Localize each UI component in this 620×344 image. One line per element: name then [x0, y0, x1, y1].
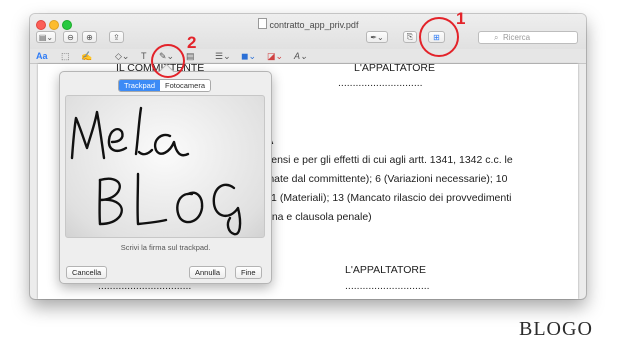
sidebar-button[interactable]: ▤⌄ [36, 31, 56, 43]
annotation-circle-2 [151, 44, 185, 78]
zoom-in-button[interactable]: ⊕ [82, 31, 97, 43]
appaltatore-heading: L'APPALTATORE [354, 62, 435, 74]
signature-dots-bottom-right: ............................. [345, 280, 430, 292]
signature-pad[interactable] [65, 95, 265, 238]
rotate-button[interactable]: ⎘ [403, 31, 417, 43]
annotation-number-1: 1 [456, 9, 466, 28]
signature-dots-top: ............................. [338, 77, 423, 89]
clause-line-3: 11 (Materiali); 13 (Mancato rilascio dei… [266, 192, 512, 204]
zoom-out-button[interactable]: ⊖ [63, 31, 78, 43]
text-style-button[interactable]: Aa [36, 50, 48, 62]
font-menu[interactable]: A⌄ [294, 50, 308, 62]
blogo-watermark: BLOGO [519, 318, 593, 340]
selection-tool[interactable]: ⬚ [61, 50, 70, 62]
cancel-button[interactable]: Cancella [66, 266, 108, 279]
search-icon: ⌕ [494, 33, 499, 42]
appaltatore-bottom: L'APPALTATORE [345, 264, 426, 276]
signature-popover: Trackpad Fotocamera Scrivi la firma sul … [59, 63, 272, 284]
sketch-tool[interactable]: ✍ [81, 50, 92, 62]
done-button[interactable]: Fine [235, 266, 262, 279]
document-icon [257, 18, 267, 29]
tab-trackpad[interactable]: Trackpad [119, 80, 160, 91]
text-tool[interactable]: T [141, 50, 147, 62]
window-title: contratto_app_priv.pdf [30, 18, 586, 30]
window-title-text: contratto_app_priv.pdf [269, 20, 359, 30]
border-color-menu[interactable]: ◼⌄ [241, 50, 256, 62]
clause-line-1: sensi e per gli effetti di cui agli artt… [266, 154, 513, 166]
line-style-menu[interactable]: ☰⌄ [215, 50, 231, 62]
markup-toolbar: Aa ⬚ ✍ ◇⌄ T ✎⌄ ▤ ☰⌄ ◼⌄ ◪⌄ A⌄ [30, 49, 586, 64]
handwritten-signature [70, 106, 242, 236]
markup-pen-button[interactable]: ✒⌄ [366, 31, 388, 43]
search-field[interactable]: ⌕ Ricerca [478, 31, 578, 44]
clause-line-2: inate dal committente); 6 (Variazioni ne… [266, 173, 508, 185]
clear-button[interactable]: Annulla [189, 266, 227, 279]
share-button[interactable]: ⇪ [109, 31, 124, 43]
signature-hint: Scrivi la firma sul trackpad. [120, 243, 211, 252]
capture-mode-tabs: Trackpad Fotocamera [118, 79, 212, 92]
clause-line-4: gna e clausola penale) [266, 211, 372, 223]
tab-fotocamera[interactable]: Fotocamera [160, 80, 211, 91]
fill-color-menu[interactable]: ◪⌄ [267, 50, 283, 62]
annotation-circle-1 [419, 17, 459, 57]
search-placeholder: Ricerca [503, 33, 531, 42]
annotation-number-2: 2 [187, 33, 197, 52]
shapes-tool[interactable]: ◇⌄ [115, 50, 129, 62]
